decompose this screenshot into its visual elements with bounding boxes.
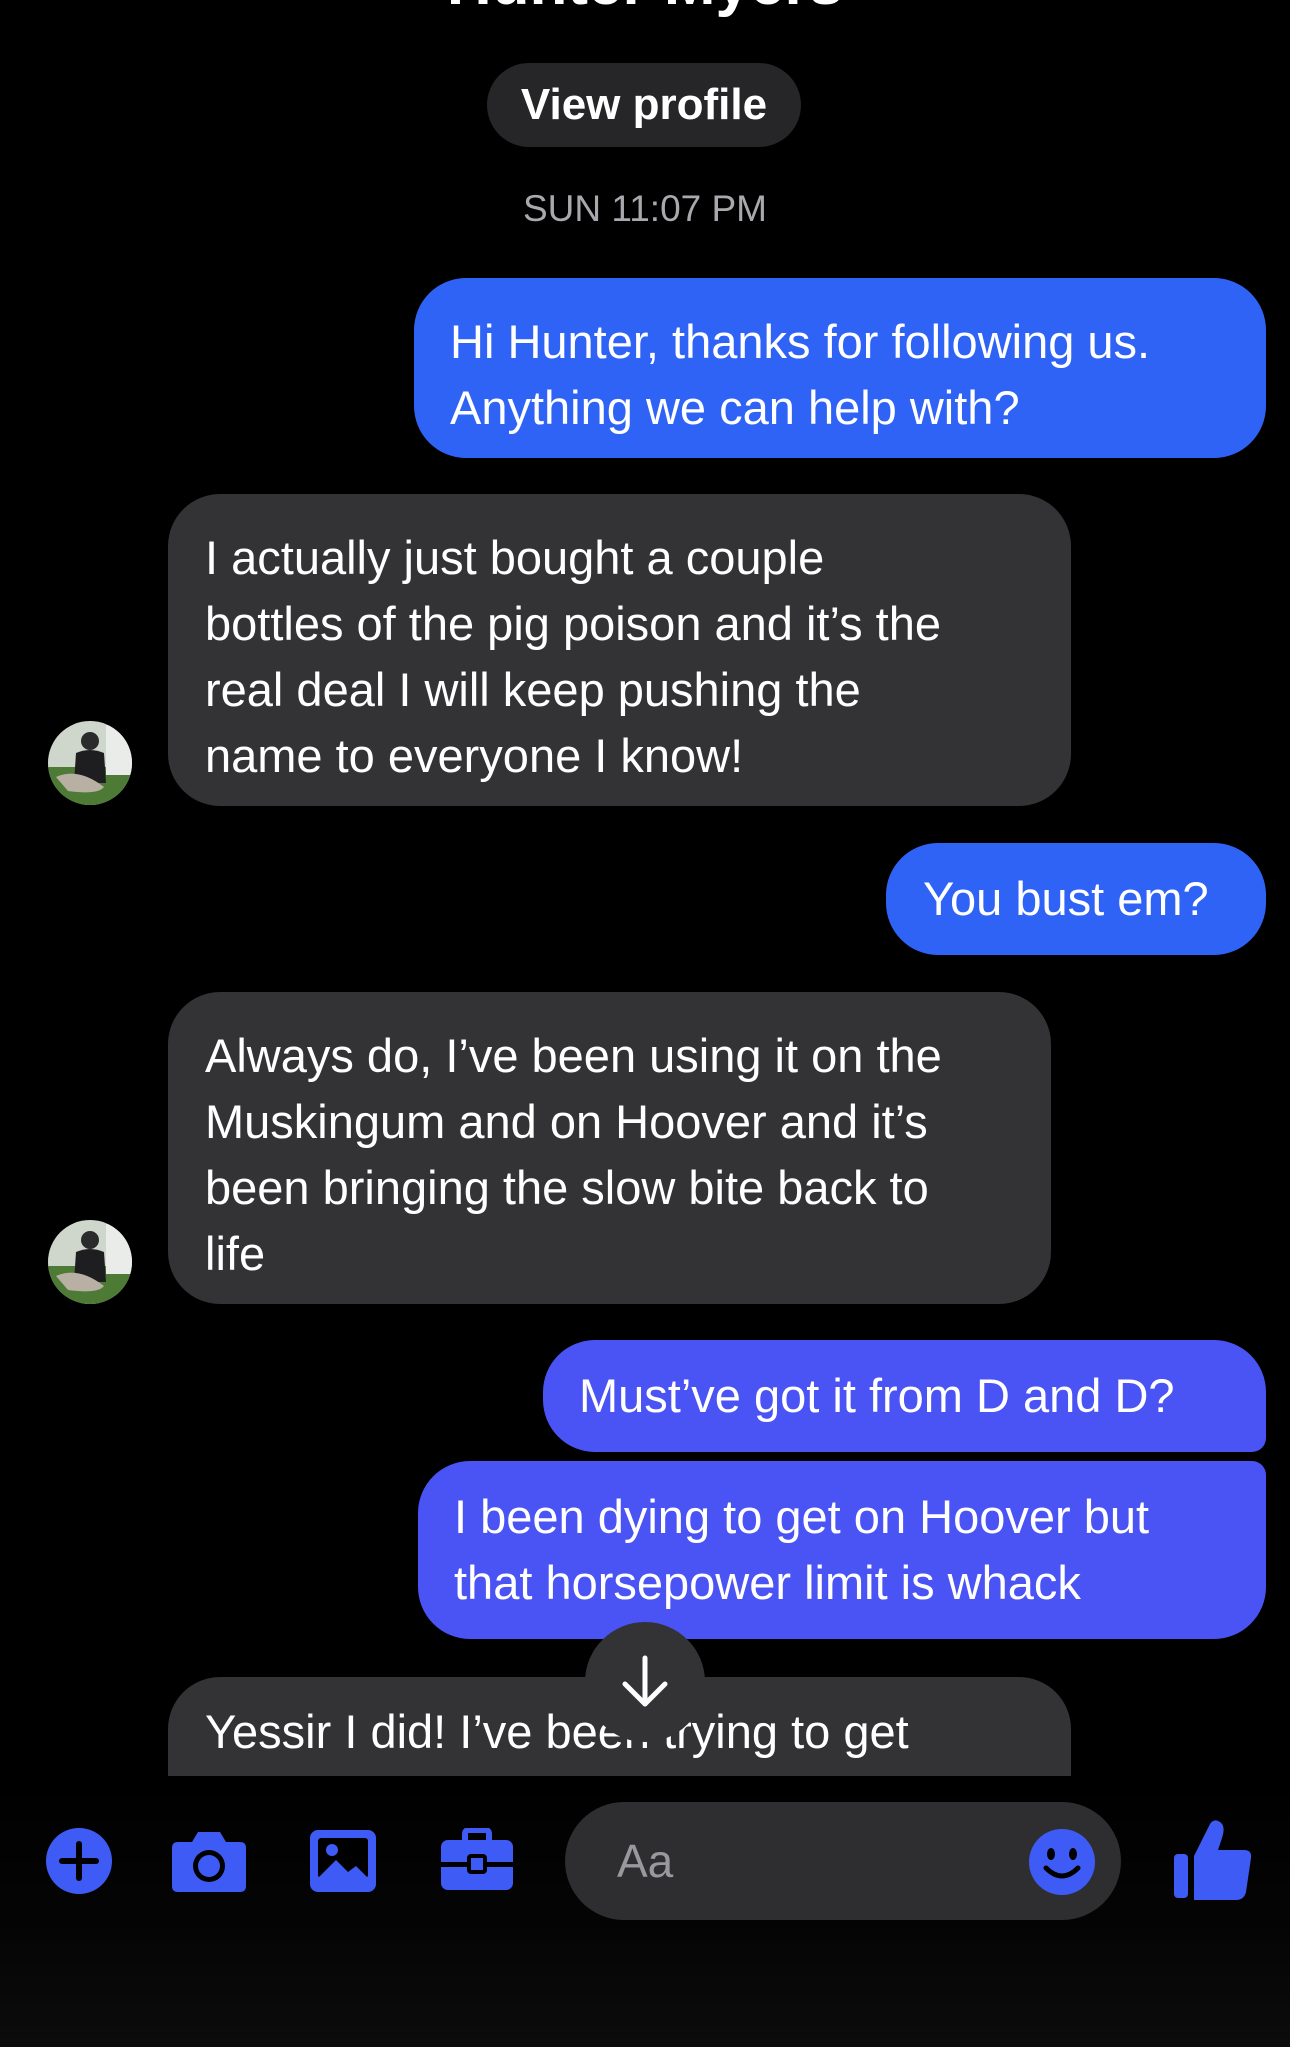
scroll-to-bottom-button[interactable] bbox=[585, 1622, 705, 1742]
emoji-button[interactable] bbox=[1026, 1826, 1098, 1898]
message-bubble-outgoing[interactable]: Must’ve got it from D and D? bbox=[543, 1340, 1266, 1452]
message-bubble-incoming[interactable]: Always do, I’ve been using it on the Mus… bbox=[168, 992, 1051, 1304]
message-timestamp: SUN 11:07 PM bbox=[522, 188, 768, 229]
camera-button[interactable] bbox=[166, 1818, 252, 1904]
toolbox-button[interactable] bbox=[434, 1818, 520, 1904]
view-profile-button[interactable]: View profile bbox=[487, 63, 801, 147]
message-bubble-outgoing[interactable]: I been dying to get on Hoover but that h… bbox=[418, 1461, 1266, 1639]
contact-avatar[interactable] bbox=[48, 1220, 132, 1304]
contact-name: Hunter Myers bbox=[0, 0, 1290, 19]
like-button[interactable] bbox=[1172, 1816, 1254, 1902]
message-bubble-outgoing[interactable]: You bust em? bbox=[886, 843, 1266, 955]
message-bubble-incoming[interactable]: I actually just bought a couple bottles … bbox=[168, 494, 1071, 806]
message-bubble-outgoing[interactable]: Hi Hunter, thanks for following us. Anyt… bbox=[414, 278, 1266, 458]
photo-icon bbox=[310, 1830, 376, 1892]
arrow-down-icon bbox=[622, 1655, 668, 1707]
avatar-photo-icon bbox=[48, 1220, 132, 1304]
plus-icon bbox=[46, 1828, 112, 1894]
emoji-icon bbox=[1029, 1829, 1095, 1895]
camera-icon bbox=[172, 1832, 246, 1892]
contact-avatar[interactable] bbox=[48, 721, 132, 805]
avatar-photo-icon bbox=[48, 721, 132, 805]
toolbox-icon bbox=[441, 1828, 513, 1890]
plus-button[interactable] bbox=[36, 1818, 122, 1904]
thumbs-up-icon bbox=[1174, 1820, 1252, 1900]
photo-button[interactable] bbox=[300, 1818, 386, 1904]
